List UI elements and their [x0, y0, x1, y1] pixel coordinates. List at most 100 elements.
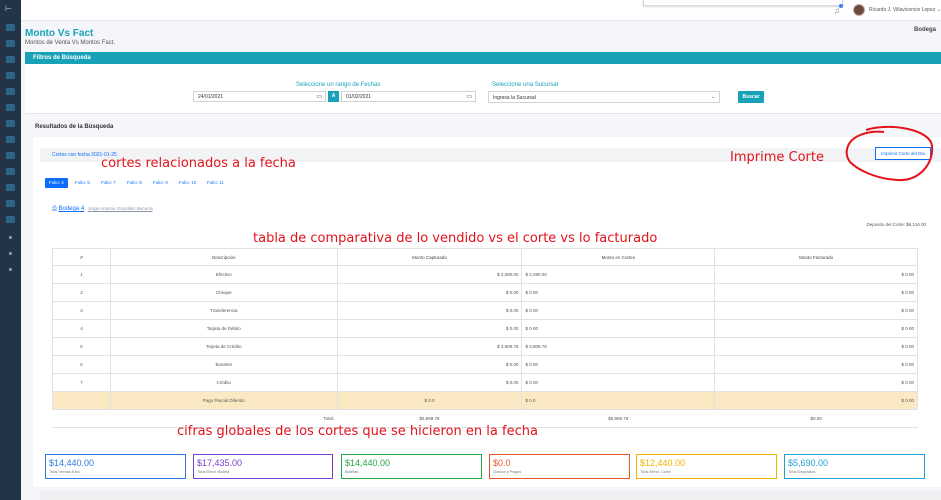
summary-caption: Total Depositos	[788, 469, 816, 474]
sidebar: ⊢	[0, 0, 21, 500]
table-row: 2 Cheque $ 0.00 $ 0.00 $ 0.00	[52, 283, 918, 302]
menu-icon-4[interactable]	[6, 88, 15, 95]
summary-total-efect-boleta: $17,435.00 Total Efect. Boleta	[193, 454, 333, 479]
calendar-icon[interactable]: ▭	[316, 93, 322, 100]
menu-icon-8[interactable]	[6, 152, 15, 159]
menu-icon-2[interactable]	[6, 56, 15, 63]
notification-badge	[839, 4, 843, 8]
menu-toggle-icon[interactable]: ⊢	[5, 5, 17, 13]
cell-facturado: $ 0.00	[714, 319, 918, 338]
total-spacer	[52, 409, 111, 428]
menu-icon-1[interactable]	[6, 40, 15, 47]
cell-capturado: $ 0.00	[336, 283, 523, 302]
branch-select[interactable]: Ingresa la Sucursal ⌄	[488, 91, 720, 103]
cell-description: Tarjeta de Crédito	[109, 337, 338, 356]
bell-icon[interactable]: ♫	[834, 7, 842, 15]
summary-amount: $14,440.00	[49, 458, 95, 468]
cell-capturado: $ 0.00	[336, 355, 523, 374]
annotation-imprime: Imprime Corte	[730, 150, 824, 165]
home-icon[interactable]	[6, 24, 15, 31]
table-row: 6 Bonetes $ 0.00 $ 0.00 $ 0.00	[52, 355, 918, 374]
tab-folio-11[interactable]: Folio: 11	[203, 178, 228, 188]
tab-folio-4[interactable]: Folio: 4	[45, 178, 68, 188]
table-row: 7 Crédito $ 0.00 $ 0.00 $ 0.00	[52, 373, 918, 392]
cell-facturado: $ 0.00	[714, 355, 918, 374]
cell-facturado: $ 0.00	[714, 301, 918, 320]
summary-total-depositos: $5,690.00 Total Depositos	[784, 454, 925, 479]
bodega-person: Jorge Antonio González Becerra	[87, 206, 153, 211]
cell-number: 5	[52, 337, 111, 356]
menu-icon-11[interactable]	[6, 200, 15, 207]
cell-number: 4	[52, 319, 111, 338]
date-to-input[interactable]: 01/02/2021 ▭	[341, 91, 476, 102]
summary-amount: $0.0	[493, 458, 511, 468]
bodega-name: Bodega 4	[58, 206, 85, 212]
submenu-dot-icon[interactable]	[9, 252, 12, 255]
summary-caption: Boletas	[345, 469, 359, 474]
date-range-label: Seleccione un rango de Fechas	[296, 82, 381, 88]
summary-gastos-pagos: $0.0 Gastos y Pagos	[489, 454, 630, 479]
branch-label: Seleccione una Sucursal	[492, 82, 559, 88]
tab-folio-10[interactable]: Folio: 10	[175, 178, 200, 188]
date-from-value: 24/01/2021	[198, 94, 224, 100]
cell-cortes: $ 0.00	[521, 283, 716, 302]
bodega-link[interactable]: ⎙ Bodega 4 Jorge Antonio González Becerr…	[52, 206, 153, 213]
menu-icon-9[interactable]	[6, 168, 15, 175]
cell-cortes: $ 0.0	[521, 391, 716, 410]
tab-folio-7[interactable]: Folio: 7	[97, 178, 120, 188]
branch-select-value: Ingresa la Sucursal	[493, 95, 536, 101]
menu-icon-7[interactable]	[6, 136, 15, 143]
cell-capturado: $ 0.00	[336, 319, 523, 338]
menu-icon-10[interactable]	[6, 184, 15, 191]
cell-cortes: $ 2,090.00	[521, 265, 716, 284]
filter-card	[25, 64, 941, 114]
cell-number: 1	[52, 265, 111, 284]
table-row: 5 Tarjeta de Crédito $ 3,909.78 $ 3,909.…	[52, 337, 918, 356]
popup-panel	[643, 0, 843, 6]
submenu-dot-icon[interactable]	[9, 236, 12, 239]
cell-description: Cheque	[109, 283, 338, 302]
col-number: #	[52, 248, 111, 266]
menu-icon-3[interactable]	[6, 72, 15, 79]
menu-icon-5[interactable]	[6, 104, 15, 111]
tab-folio-8[interactable]: Folio: 8	[123, 178, 146, 188]
annotation-circle	[845, 125, 934, 182]
deposito-corte: Deposito del Corte: $6,116.00	[866, 222, 926, 227]
user-menu[interactable]: Ricardo J. Villavicencio Lopez ⌄	[869, 7, 941, 13]
cell-capturado: $ 3,909.78	[336, 337, 523, 356]
cell-facturado: $ 0.00	[714, 373, 918, 392]
total-cortes: $5,999.78	[521, 409, 715, 428]
annotation-cifras: cifras globales de los cortes que se hic…	[177, 424, 538, 439]
tab-folio-5[interactable]: Folio: 5	[71, 178, 94, 188]
date-from-input[interactable]: 24/01/2021 ▭	[193, 91, 326, 102]
topbar: ♫ Ricardo J. Villavicencio Lopez ⌄	[21, 0, 941, 21]
annotation-cortes: cortes relacionados a la fecha	[101, 156, 296, 171]
table-row-highlighted: Pago Parcial Diferido $ 0.0 $ 0.0 $ 0.00	[52, 391, 918, 410]
avatar[interactable]	[853, 4, 865, 16]
cell-description: Tarjeta de Débito	[109, 319, 338, 338]
search-button[interactable]: Buscar	[738, 91, 764, 103]
date-separator: A	[328, 91, 339, 102]
cell-facturado: $ 0.00	[714, 337, 918, 356]
cell-number	[52, 391, 111, 410]
cell-number: 2	[52, 283, 111, 302]
summary-amount: $17,435.00	[197, 458, 243, 468]
tab-folio-9[interactable]: Folio: 9	[149, 178, 172, 188]
cell-description: Pago Parcial Diferido	[109, 391, 338, 410]
menu-icon-12[interactable]	[6, 216, 15, 223]
submenu-dot-icon[interactable]	[9, 268, 12, 271]
table-header-row: # Descripción Monto Capturado Monto en C…	[52, 248, 918, 266]
table-row: 1 Efectivo $ 2,090.00 $ 2,090.00 $ 0.00	[52, 265, 918, 284]
menu-icon-6[interactable]	[6, 120, 15, 127]
calendar-icon[interactable]: ▭	[466, 93, 472, 100]
cell-number: 3	[52, 301, 111, 320]
col-monto-cortes: Monto en Cortes	[521, 248, 716, 266]
user-name: Ricardo J. Villavicencio Lopez	[869, 7, 936, 13]
summary-total-ventas: $14,440.00 Total Ventas Efec.	[45, 454, 186, 479]
page-title: Monto Vs Fact	[25, 28, 94, 39]
cell-description: Efectivo	[109, 265, 338, 284]
annotation-tabla: tabla de comparativa de lo vendido vs el…	[253, 231, 658, 246]
comparison-table: # Descripción Monto Capturado Monto en C…	[52, 248, 918, 428]
results-title: Resultados de la Búsqueda	[35, 124, 114, 130]
printer-icon: ⎙	[52, 206, 57, 212]
